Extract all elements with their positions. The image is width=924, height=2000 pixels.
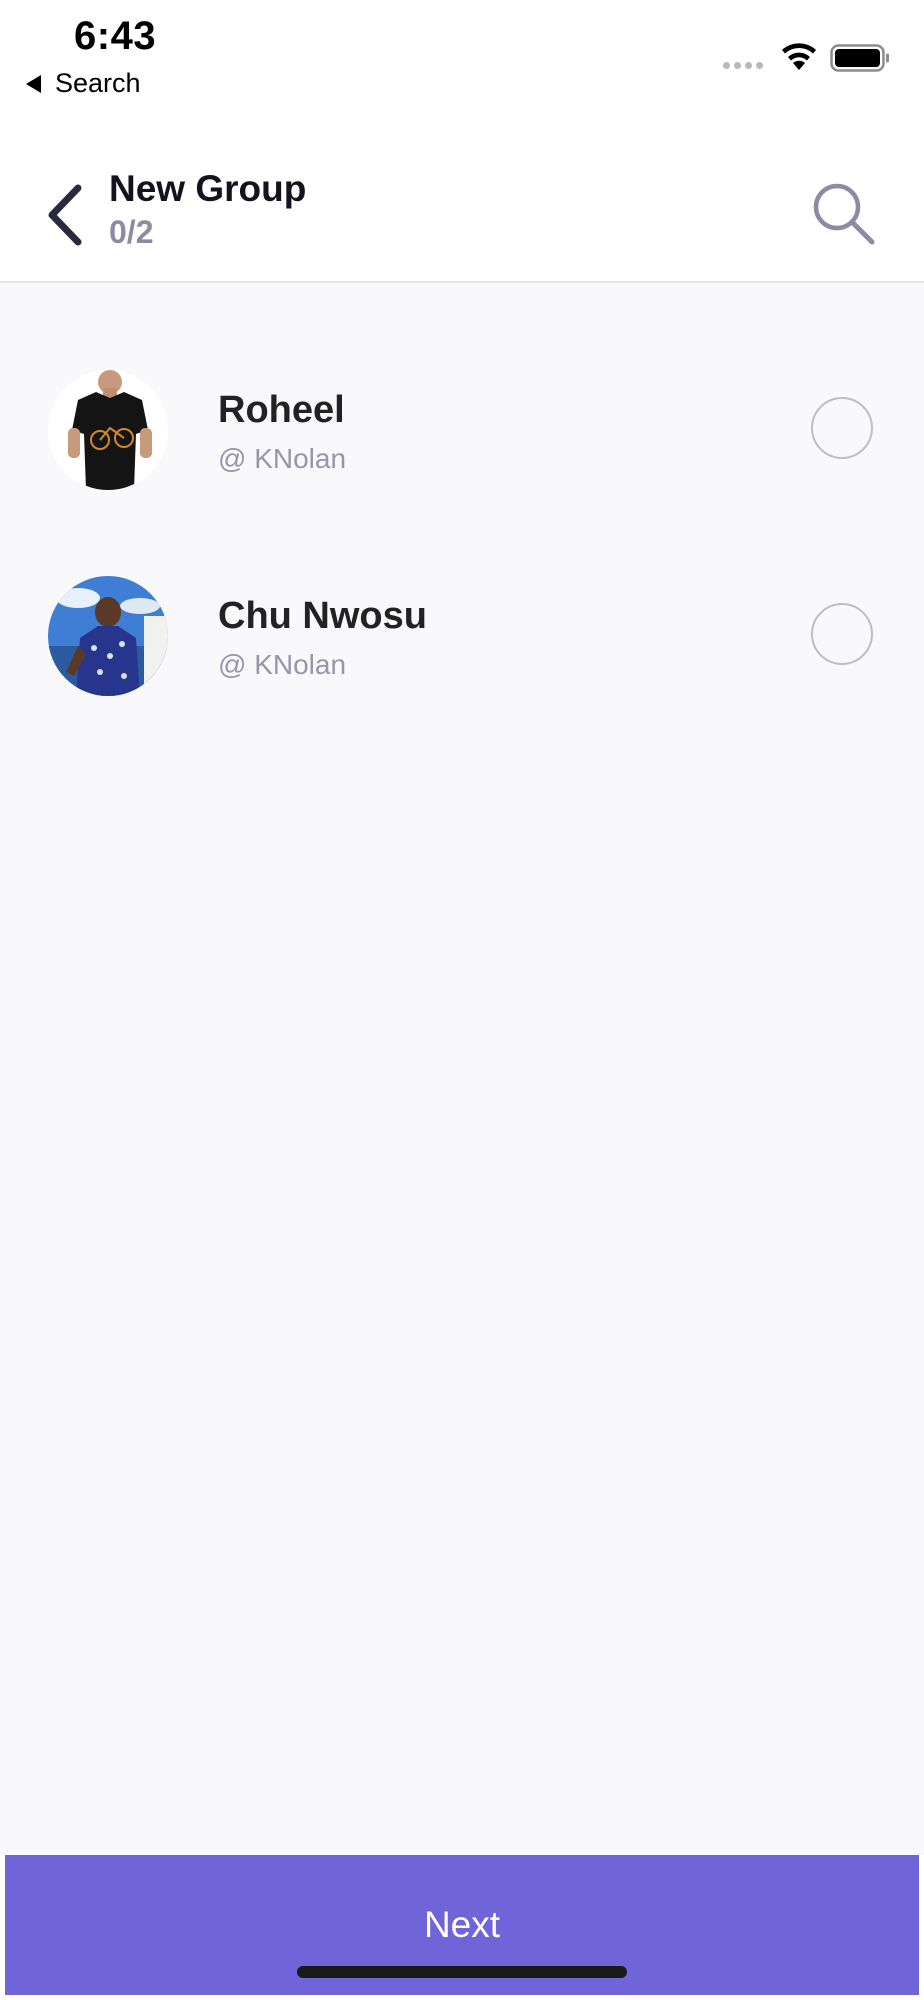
contact-handle: @ KNolan (218, 443, 347, 474)
home-indicator (297, 1966, 627, 1978)
selection-count: 0/2 (109, 214, 154, 250)
wifi-icon (782, 43, 816, 70)
nav-header: New Group 0/2 (0, 110, 924, 283)
avatar (48, 576, 168, 696)
avatar (48, 370, 168, 490)
contact-row-roheel[interactable]: Roheel @ KNolan (0, 347, 924, 507)
status-bar: 6:43 Search (0, 0, 924, 110)
back-triangle-icon (26, 74, 41, 93)
contact-name: Chu Nwosu (218, 595, 427, 637)
battery-icon (830, 44, 889, 72)
back-to-app-link[interactable]: Search (26, 68, 141, 99)
contact-list: Roheel @ KNolan Chu Nwosu @ KNolan (0, 283, 924, 1855)
status-time: 6:43 (74, 14, 157, 58)
contact-name: Roheel (218, 389, 345, 431)
signal-icon (723, 62, 763, 69)
select-radio[interactable] (811, 397, 873, 459)
contact-handle: @ KNolan (218, 649, 347, 680)
search-icon[interactable] (810, 180, 878, 248)
back-to-app-label: Search (55, 68, 141, 98)
page-title: New Group (109, 168, 307, 209)
contact-row-chu-nwosu[interactable]: Chu Nwosu @ KNolan (0, 553, 924, 713)
select-radio[interactable] (811, 603, 873, 665)
chevron-left-icon[interactable] (40, 180, 88, 250)
next-button-label: Next (423, 1904, 501, 1945)
